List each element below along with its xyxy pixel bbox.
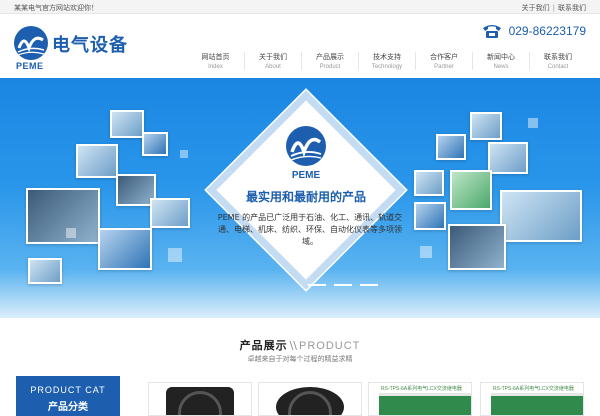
nav-item-technology[interactable]: 技术支持 Technology (358, 52, 415, 70)
nav-label-cn: 新闻中心 (487, 53, 515, 61)
nav-label-en: News (493, 64, 509, 70)
banner-description: PEME 的产品已广泛用于石油、化工、通讯、轨道交通、电梯、机床、纺织、环保、自… (217, 213, 403, 246)
banner-photo-tile (26, 188, 100, 244)
banner-photo-tile (98, 228, 152, 270)
product-card-board-2[interactable]: RS-TPS-6A系列电气LCX交流继电器 (480, 382, 584, 416)
banner-photo-tile (448, 224, 506, 270)
banner-diamond: PEME 最实用和最耐用的产品 PEME 的产品已广泛用于石油、化工、通讯、轨道… (206, 90, 406, 290)
logo-text-en: PEME (16, 61, 44, 71)
slide-indicator-2[interactable] (334, 284, 352, 286)
telephone-icon (482, 25, 501, 38)
banner-photo-tile (414, 170, 444, 196)
logo-text-cn: 电气设备 (52, 35, 128, 56)
nav-item-news[interactable]: 新闻中心 News (472, 52, 529, 70)
nav-label-en: Technology (371, 64, 403, 70)
banner-photo-tile (150, 198, 190, 228)
banner-photo-tile (450, 170, 492, 210)
banner-decor-square (180, 150, 188, 158)
banner-diamond-content: PEME 最实用和最耐用的产品 PEME 的产品已广泛用于石油、化工、通讯、轨道… (208, 92, 404, 288)
banner-slogan: 最实用和最耐用的产品 (245, 190, 366, 204)
banner-decor-square (528, 118, 538, 128)
nav-label-en: Index (208, 64, 223, 70)
nav-label-cn: 网站首页 (201, 53, 230, 61)
top-link-about[interactable]: 关于我们 (522, 4, 550, 12)
product-title-en: PRODUCT (299, 340, 361, 352)
slide-indicators (308, 284, 386, 286)
site-logo[interactable]: 电气设备 PEME (14, 26, 154, 71)
slide-indicator-3[interactable] (360, 284, 378, 286)
main-nav: 网站首页 Index 关于我们 About 产品展示 Product 技术支持 Tech… (187, 52, 586, 70)
phone-number: 029-86223179 (482, 24, 586, 38)
nav-label-cn: 产品展示 (316, 53, 344, 61)
banner-photo-tile (500, 190, 582, 242)
product-card-board-1[interactable]: RS-TPS-6A系列电气LCX交流继电器 (368, 382, 472, 416)
banner-decor-square (66, 228, 76, 238)
product-image (491, 393, 583, 415)
product-card-fan-1[interactable] (148, 382, 252, 416)
nav-item-contact[interactable]: 联系我们 Contact (529, 52, 586, 70)
category-title-cn: 产品分类 (48, 402, 88, 413)
nav-label-cn: 合作客户 (430, 53, 458, 61)
top-links: 关于我们 | 联系我们 (522, 3, 586, 13)
banner-photo-tile (110, 110, 144, 138)
welcome-text: 某某电气官方网站欢迎你！ (14, 4, 98, 12)
fan-blade-ring (288, 391, 332, 415)
banner-photo-tile (488, 142, 528, 174)
product-category-box[interactable]: PRODUCT CAT 产品分类 (16, 376, 120, 416)
product-section-title: 产品展示 \\ PRODUCT (0, 334, 600, 353)
fan-blade-ring (178, 391, 222, 415)
banner-photo-tile (436, 134, 466, 160)
product-title-divider: \\ (289, 339, 298, 352)
top-bar: 某某电气官方网站欢迎你！ 关于我们 | 联系我们 (0, 0, 600, 14)
banner-decor-square (168, 248, 182, 262)
product-image (276, 387, 344, 415)
nav-label-cn: 关于我们 (259, 53, 287, 61)
banner-logo-text: PEME (291, 170, 321, 181)
product-title-cn: 产品展示 (239, 339, 288, 352)
nav-label-en: About (265, 64, 281, 70)
slide-indicator-1[interactable] (308, 284, 326, 286)
hero-banner[interactable]: PEME 最实用和最耐用的产品 PEME 的产品已广泛用于石油、化工、通讯、轨道… (0, 78, 600, 318)
logo-mark-icon (14, 26, 48, 60)
phone-text: 029-86223179 (508, 24, 586, 38)
product-label: RS-TPS-6A系列电气LCX交流继电器 (381, 386, 462, 392)
top-link-separator: | (552, 4, 555, 12)
product-subtitle: 卓越来自于对每个过程的精益求精 (247, 355, 353, 363)
nav-item-index[interactable]: 网站首页 Index (187, 52, 244, 70)
banner-photo-tile (142, 132, 168, 156)
nav-item-product[interactable]: 产品展示 Product (301, 52, 358, 70)
product-image (379, 393, 471, 415)
nav-item-partner[interactable]: 合作客户 Partner (415, 52, 472, 70)
banner-photo-tile (470, 112, 502, 140)
banner-photo-tile (28, 258, 62, 284)
site-header: 电气设备 PEME 029-86223179 网站首页 Index 关于我们 Abo… (0, 14, 600, 78)
nav-label-cn: 联系我们 (544, 53, 572, 61)
category-title-en: PRODUCT CAT (30, 385, 106, 395)
banner-decor-square (420, 246, 432, 258)
product-image (166, 387, 234, 415)
top-link-contact[interactable]: 联系我们 (558, 4, 586, 12)
nav-label-en: Product (319, 64, 341, 70)
banner-photo-tile (76, 144, 118, 178)
nav-label-en: Contact (547, 64, 569, 70)
nav-item-about[interactable]: 关于我们 About (244, 52, 301, 70)
banner-logo-icon (286, 126, 326, 166)
nav-label-cn: 技术支持 (373, 53, 401, 61)
product-card-fan-2[interactable] (258, 382, 362, 416)
nav-label-en: Partner (434, 64, 454, 70)
product-label: RS-TPS-6A系列电气LCX交流继电器 (493, 386, 574, 392)
